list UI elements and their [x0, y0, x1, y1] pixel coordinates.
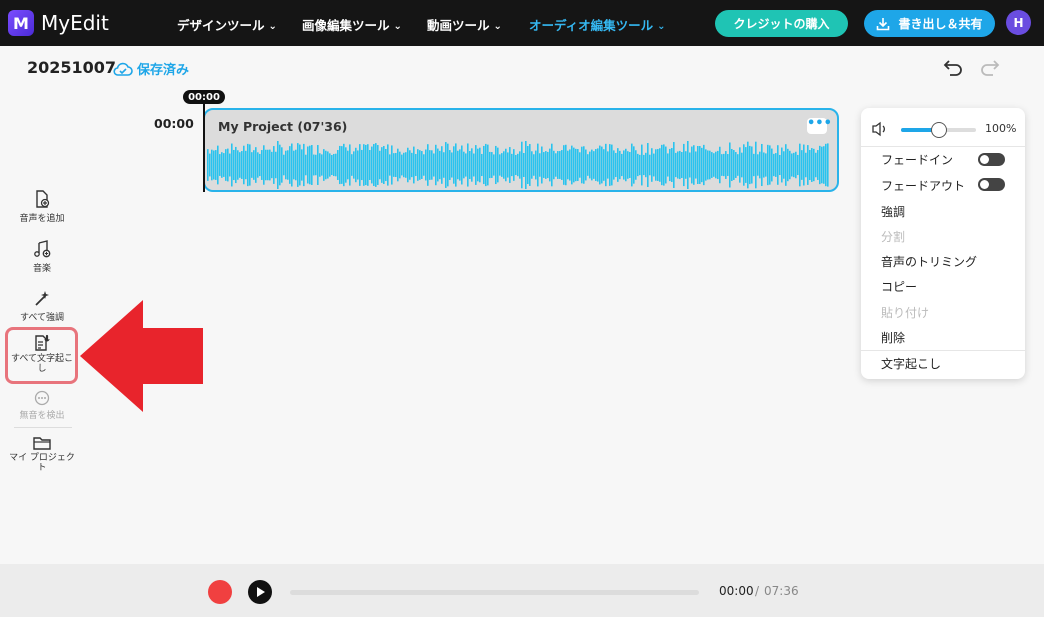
current-time: 00:00 [719, 584, 754, 598]
app-title[interactable]: MyEdit [41, 11, 109, 35]
save-status: 保存済み [113, 59, 189, 78]
red-arrow-icon [80, 300, 203, 412]
silence-detect-icon [34, 390, 50, 406]
nav-design-tools[interactable]: デザインツール ⌄ [177, 15, 277, 34]
menu-paste[interactable]: 貼り付け [881, 304, 929, 321]
menu-copy[interactable]: コピー [881, 278, 917, 295]
volume-slider[interactable] [901, 122, 976, 138]
waveform [207, 141, 829, 189]
add-audio-tool[interactable]: 音声を追加 [8, 189, 76, 224]
clip-context-menu: 100% フェードイン フェードアウト 強調 分割 音声のトリミング コピー 貼… [861, 108, 1025, 379]
music-add-icon [34, 240, 51, 258]
sidebar-divider [14, 427, 72, 428]
menu-delete[interactable]: 削除 [881, 329, 905, 346]
save-status-label: 保存済み [137, 63, 190, 78]
menu-enhance[interactable]: 強調 [881, 203, 905, 220]
menu-fade-in[interactable]: フェードイン [881, 151, 953, 168]
download-icon [877, 17, 890, 30]
time-separator: / [755, 584, 760, 598]
top-nav-bar: M MyEdit デザインツール ⌄ 画像編集ツール ⌄ 動画ツール ⌄ オーディオ編… [0, 0, 1044, 46]
chevron-down-icon: ⌄ [268, 21, 277, 32]
folder-icon [33, 437, 51, 450]
export-share-button[interactable]: 書き出し＆共有 [864, 10, 995, 37]
avatar[interactable]: H [1006, 10, 1031, 35]
menu-trim[interactable]: 音声のトリミング [881, 253, 977, 270]
menu-split[interactable]: 分割 [881, 228, 905, 245]
total-time: 07:36 [764, 584, 799, 598]
menu-divider [861, 350, 1025, 351]
clip-title: My Project (07'36) [218, 119, 348, 134]
record-button[interactable] [208, 580, 232, 604]
fade-out-toggle[interactable] [978, 178, 1005, 191]
track-start-time: 00:00 [154, 116, 194, 131]
tool-label: すべて文字起こし [10, 354, 73, 374]
volume-control: 100% [871, 120, 1021, 138]
enhance-all-tool[interactable]: すべて強調 [8, 288, 76, 323]
audio-clip[interactable]: My Project (07'36) ••• [203, 108, 839, 192]
nav-audio-tools[interactable]: オーディオ編集ツール ⌄ [529, 15, 666, 34]
tool-label: 無音を検出 [19, 411, 65, 421]
buy-credits-button[interactable]: クレジットの購入 [715, 10, 848, 37]
export-label: 書き出し＆共有 [898, 17, 983, 31]
menu-divider [861, 146, 1025, 147]
fade-in-toggle[interactable] [978, 153, 1005, 166]
chevron-down-icon: ⌄ [657, 21, 666, 32]
nav-label: 動画ツール [427, 18, 490, 33]
magic-wand-icon [35, 291, 49, 306]
my-projects-tool[interactable]: マイ プロジェクト [8, 435, 76, 473]
cloud-check-icon [113, 62, 133, 76]
redo-icon[interactable] [979, 56, 1001, 84]
nav-video-tools[interactable]: 動画ツール ⌄ [427, 15, 502, 34]
tool-label: 音楽 [32, 264, 51, 274]
menu-transcribe[interactable]: 文字起こし [881, 355, 941, 372]
volume-percent: 100% [985, 122, 1017, 135]
detect-silence-tool[interactable]: 無音を検出 [8, 390, 76, 421]
undo-icon[interactable] [942, 56, 964, 84]
playhead-time-badge[interactable]: 00:00 [183, 90, 225, 104]
speaker-icon[interactable] [871, 121, 889, 137]
transcribe-icon [35, 334, 50, 351]
music-tool[interactable]: 音楽 [8, 239, 76, 274]
project-name[interactable]: 20251007 [27, 58, 116, 77]
player-bar: 00:00 / 07:36 [0, 564, 1044, 617]
more-options-icon[interactable]: ••• [807, 117, 832, 134]
menu-fade-out[interactable]: フェードアウト [881, 177, 965, 194]
nav-label: オーディオ編集ツール [529, 18, 654, 33]
myedit-logo-icon[interactable]: M [8, 10, 34, 36]
tool-label: すべて強調 [19, 313, 64, 323]
transcribe-all-tool[interactable]: すべて文字起こし [8, 334, 76, 374]
chevron-down-icon: ⌄ [393, 21, 402, 32]
nav-label: 画像編集ツール [302, 18, 390, 33]
playhead[interactable] [203, 104, 205, 192]
playback-progress-bar[interactable] [290, 590, 699, 595]
nav-image-tools[interactable]: 画像編集ツール ⌄ [302, 15, 402, 34]
volume-slider-knob[interactable] [930, 122, 947, 138]
tool-label: マイ プロジェクト [9, 453, 75, 473]
add-audio-icon [36, 190, 50, 208]
play-button[interactable] [248, 580, 272, 604]
chevron-down-icon: ⌄ [493, 21, 502, 32]
nav-label: デザインツール [177, 18, 265, 33]
tool-label: 音声を追加 [19, 214, 65, 224]
